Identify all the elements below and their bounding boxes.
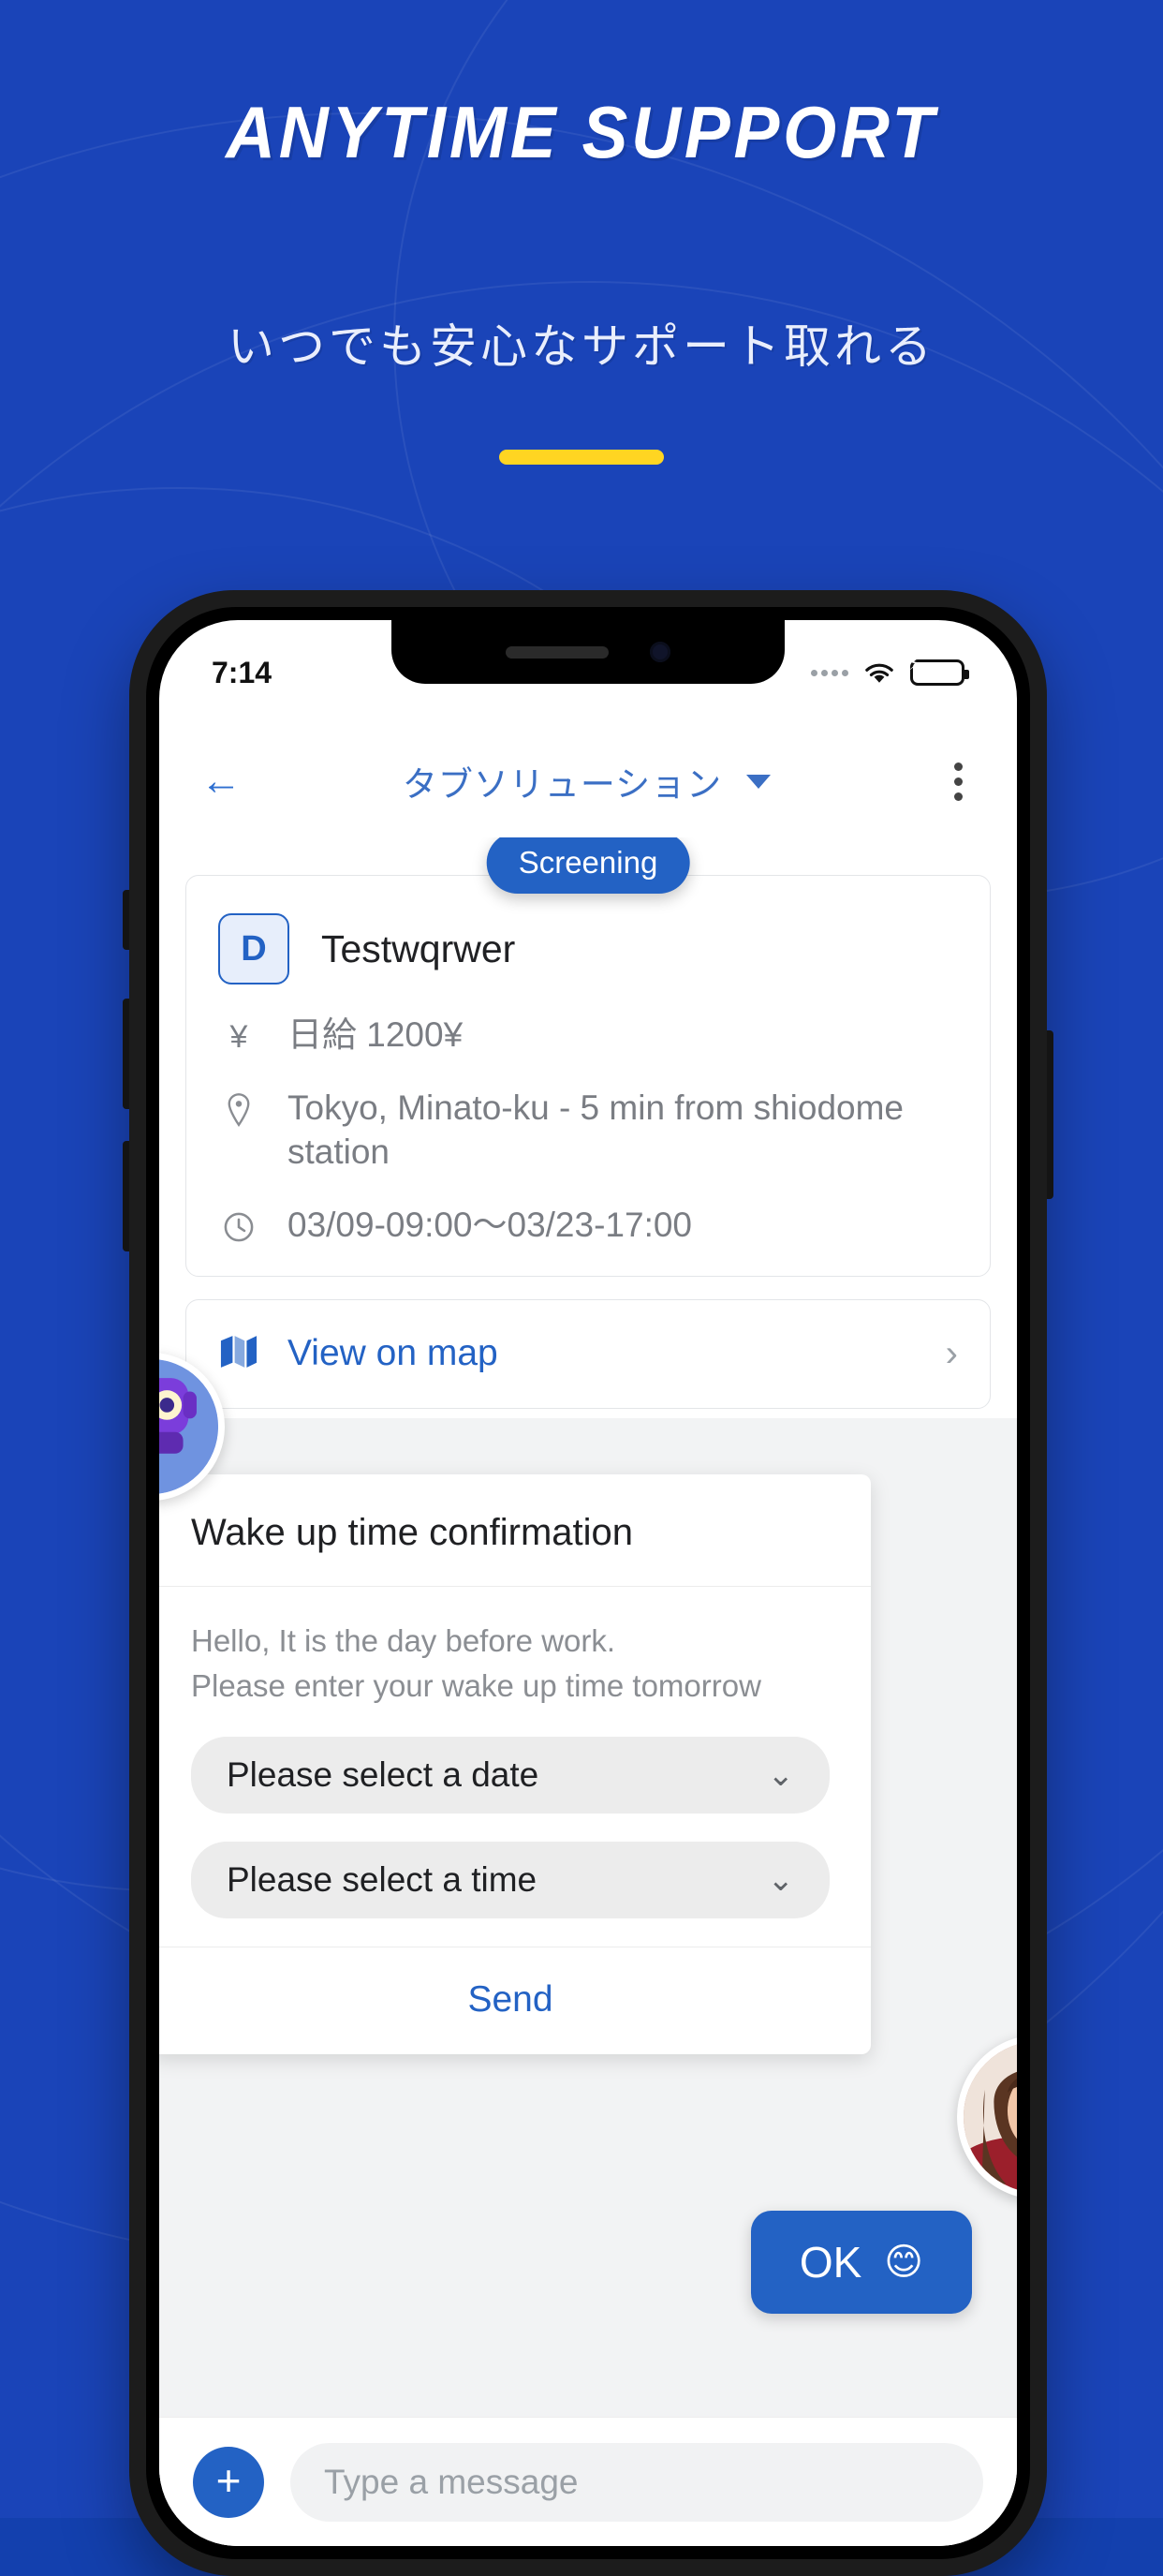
status-badge: Screening bbox=[486, 837, 690, 894]
app-bar-title-group[interactable]: タブソリューション bbox=[232, 756, 941, 807]
clock-icon bbox=[218, 1207, 259, 1248]
message-composer: + Type a message bbox=[159, 2417, 1017, 2546]
job-detail-row: Tokyo, Minato-ku - 5 min from shiodome s… bbox=[218, 1086, 958, 1175]
job-header: D Testwqrwer bbox=[218, 913, 958, 985]
plus-icon[interactable]: + bbox=[193, 2446, 264, 2518]
job-location: Tokyo, Minato-ku - 5 min from shiodome s… bbox=[287, 1088, 905, 1172]
promo-headline: ANYTIME SUPPORT bbox=[226, 91, 937, 173]
map-icon bbox=[218, 1332, 259, 1376]
battery-charging-icon: ⚡ bbox=[908, 655, 969, 686]
view-on-map-label: View on map bbox=[287, 1333, 498, 1374]
job-card[interactable]: D Testwqrwer ¥ 日給 1200¥ Tokyo, Minato-ku… bbox=[185, 875, 991, 1277]
time-select-value: Please select a time bbox=[227, 1859, 537, 1899]
job-detail-row: 03/09-09:00〜03/23-17:00 bbox=[218, 1203, 958, 1248]
earpiece-speaker bbox=[506, 645, 609, 659]
app-bar-title: タブソリューション bbox=[402, 765, 723, 804]
phone-mockup: 7:14 ⚡ ← タブソリューション Screening D Testwqrwe… bbox=[123, 590, 1053, 2576]
chevron-down-icon[interactable] bbox=[746, 774, 772, 789]
screen-content: Screening D Testwqrwer ¥ 日給 1200¥ Tokyo,… bbox=[159, 837, 1017, 2546]
wifi-icon bbox=[865, 663, 893, 683]
job-card-area: Screening D Testwqrwer ¥ 日給 1200¥ Tokyo,… bbox=[159, 837, 1017, 1409]
job-salary: 日給 1200¥ bbox=[287, 1015, 464, 1054]
outgoing-message-bubble: OK 😊 bbox=[750, 2211, 972, 2314]
phone-power-button bbox=[1047, 1030, 1053, 1199]
dialog-body: Hello, It is the day before work. Please… bbox=[159, 1587, 871, 1947]
phone-bezel: 7:14 ⚡ ← タブソリューション Screening D Testwqrwe… bbox=[146, 607, 1030, 2559]
location-pin-icon bbox=[218, 1089, 259, 1131]
phone-notch bbox=[391, 620, 785, 684]
status-time: 7:14 bbox=[212, 655, 272, 689]
yen-icon: ¥ bbox=[229, 1018, 248, 1055]
status-bar: 7:14 ⚡ bbox=[159, 620, 1017, 725]
date-select-value: Please select a date bbox=[227, 1754, 539, 1794]
job-schedule: 03/09-09:00〜03/23-17:00 bbox=[287, 1205, 693, 1244]
chevron-right-icon: › bbox=[945, 1332, 958, 1374]
promo-subheadline: いつでも安心なサポート取れる bbox=[228, 320, 935, 373]
job-avatar-badge: D bbox=[218, 913, 289, 985]
send-button[interactable]: Send bbox=[159, 1946, 871, 2054]
dialog-title: Wake up time confirmation bbox=[159, 1474, 871, 1587]
status-icons: ⚡ bbox=[811, 655, 969, 687]
time-select[interactable]: Please select a time ⌄ bbox=[191, 1841, 830, 1918]
phone-screen: 7:14 ⚡ ← タブソリューション Screening D Testwqrwe… bbox=[159, 620, 1017, 2546]
view-on-map-button[interactable]: View on map › bbox=[185, 1298, 991, 1409]
signal-dots-icon bbox=[811, 669, 848, 676]
chevron-down-icon: ⌄ bbox=[767, 1756, 795, 1793]
dialog-message: Hello, It is the day before work. Please… bbox=[191, 1623, 761, 1703]
phone-volume-down-button bbox=[123, 1141, 129, 1251]
outgoing-message-text: OK bbox=[799, 2238, 862, 2287]
app-bar: ← タブソリューション bbox=[159, 725, 1017, 837]
front-camera-icon bbox=[650, 642, 670, 662]
phone-mute-switch bbox=[123, 890, 129, 950]
chat-thread: Wake up time confirmation Hello, It is t… bbox=[159, 1353, 1017, 2417]
date-select[interactable]: Please select a date ⌄ bbox=[191, 1736, 830, 1814]
message-input[interactable]: Type a message bbox=[290, 2442, 983, 2522]
chevron-down-icon: ⌄ bbox=[767, 1861, 795, 1898]
smiley-emoji-icon: 😊 bbox=[884, 2242, 923, 2283]
accent-divider bbox=[499, 450, 664, 465]
wake-up-time-dialog: Wake up time confirmation Hello, It is t… bbox=[159, 1474, 871, 2054]
phone-volume-up-button bbox=[123, 999, 129, 1109]
more-vertical-icon[interactable] bbox=[941, 755, 976, 808]
job-detail-row: ¥ 日給 1200¥ bbox=[218, 1013, 958, 1058]
job-title: Testwqrwer bbox=[321, 926, 516, 970]
user-photo-avatar bbox=[957, 2035, 1017, 2199]
